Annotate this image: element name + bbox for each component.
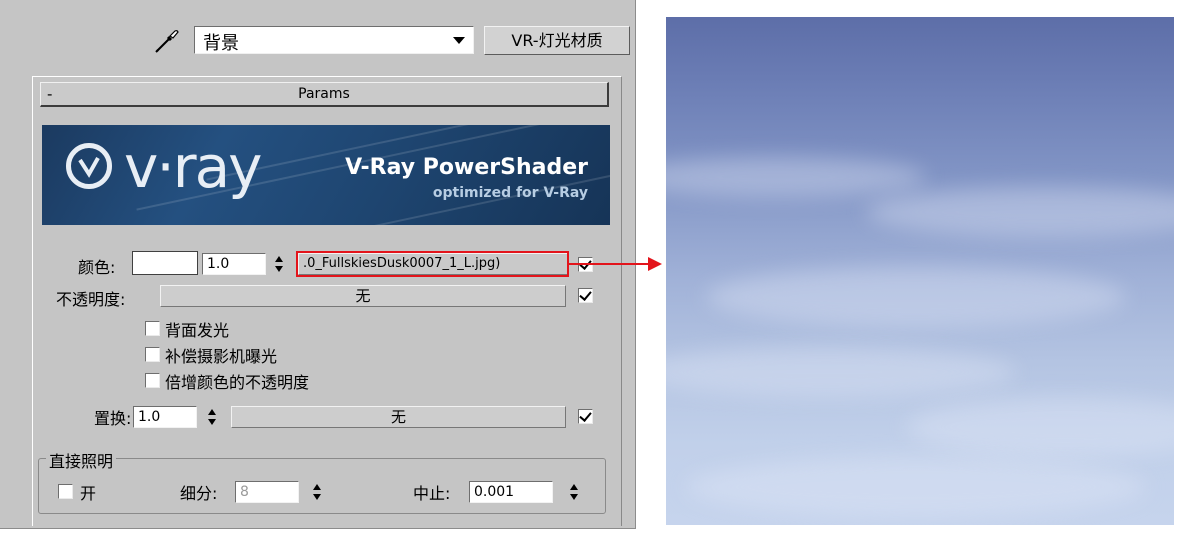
vray-logo-icon [66, 143, 112, 189]
highlight-annotation [296, 251, 569, 277]
sky-map-preview [666, 17, 1174, 525]
multiply-color-opacity-checkbox[interactable] [145, 373, 160, 388]
subdivs-label: 细分: [180, 484, 218, 503]
displace-amount-spinner[interactable] [206, 406, 218, 428]
compensate-exposure-label: 补偿摄影机曝光 [165, 347, 278, 366]
opacity-label: 不透明度: [56, 290, 126, 309]
compensate-exposure-checkbox[interactable] [145, 347, 160, 362]
emit-back-side-label: 背面发光 [165, 321, 230, 340]
rollout-title: Params [298, 86, 350, 102]
opacity-map-button[interactable]: 无 [160, 285, 566, 307]
subdivs-input[interactable]: 8 [235, 481, 299, 503]
cutoff-input[interactable]: 0.001 [469, 481, 553, 503]
annotation-arrow-line [569, 263, 651, 265]
vray-banner: v·ray V-Ray PowerShader optimized for V-… [42, 125, 610, 225]
color-swatch[interactable] [132, 251, 198, 275]
chevron-down-icon[interactable] [453, 37, 465, 44]
material-name-field[interactable]: 背景 [194, 26, 474, 54]
opacity-map-checkbox[interactable] [578, 288, 593, 303]
displace-label: 置换: [94, 409, 132, 428]
eyedropper-icon[interactable] [153, 27, 181, 55]
displace-map-checkbox[interactable] [578, 409, 593, 424]
rollout-header[interactable]: - Params [40, 82, 609, 107]
banner-title: V-Ray PowerShader [345, 155, 588, 180]
arrow-right-icon [648, 257, 662, 271]
cutoff-label: 中止: [413, 484, 451, 503]
emit-back-side-checkbox[interactable] [145, 321, 160, 336]
multiply-color-opacity-label: 倍增颜色的不透明度 [165, 373, 310, 392]
direct-illumination-title: 直接照明 [46, 448, 117, 472]
vray-logo-text: v·ray [124, 133, 262, 201]
color-multiplier-spinner[interactable] [273, 253, 285, 275]
displace-map-button[interactable]: 无 [231, 406, 566, 428]
material-name-text: 背景 [203, 33, 239, 54]
direct-illum-on-label: 开 [80, 484, 97, 503]
displace-amount-input[interactable]: 1.0 [133, 406, 197, 428]
color-label: 颜色: [78, 258, 116, 277]
material-type-button[interactable]: VR-灯光材质 [484, 26, 630, 55]
material-editor-panel: 背景 VR-灯光材质 - Params v·ray V-Ray PowerSha… [0, 0, 636, 529]
subdivs-spinner[interactable] [311, 481, 323, 503]
cutoff-spinner[interactable] [568, 481, 580, 503]
color-multiplier-input[interactable]: 1.0 [202, 253, 266, 275]
direct-illum-on-checkbox[interactable] [58, 484, 73, 499]
banner-subtitle: optimized for V-Ray [432, 185, 588, 201]
